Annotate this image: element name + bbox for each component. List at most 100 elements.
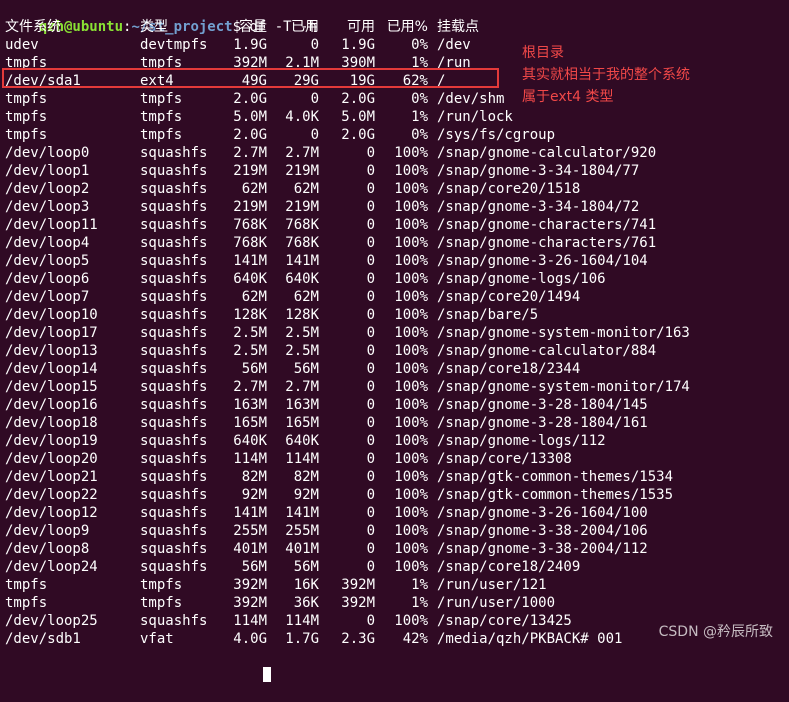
terminal-output[interactable]: qzh@ubuntu:~/st_project$ df -T -h 文件系统 类… — [5, 0, 690, 682]
table-row: /dev/sdb1 vfat 4.0G 1.7G 2.3G 42% /media/qzh/P… — [5, 630, 622, 648]
cell-filesystem: /dev/loop21 — [5, 469, 98, 485]
header-use-pct: 已用% — [386, 19, 428, 35]
cell-filesystem: /dev/loop19 — [5, 433, 98, 449]
cell-used: 128K — [285, 307, 319, 323]
cell-use-pct: 100% — [394, 217, 428, 233]
cell-filesystem: /dev/loop22 — [5, 487, 98, 503]
cell-size: 219M — [233, 163, 267, 179]
cell-size: 2.0G — [233, 127, 267, 143]
cell-used: 401M — [285, 541, 319, 557]
cell-avail: 0 — [366, 271, 375, 287]
cell-used: 2.7M — [285, 145, 319, 161]
cell-used: 0 — [310, 127, 319, 143]
cell-size: 2.7M — [233, 379, 267, 395]
cell-filesystem: tmpfs — [5, 595, 48, 611]
table-row: /dev/loop6 squashfs 640K 640K 0 100% /snap/gno… — [5, 270, 606, 288]
table-row: /dev/loop8 squashfs 401M 401M 0 100% /snap/gno… — [5, 540, 648, 558]
cell-mount: /dev/shm — [437, 91, 505, 107]
cell-mount: /snap/core/13425 — [437, 613, 572, 629]
cell-size: 114M — [233, 613, 267, 629]
cell-used: 62M — [293, 181, 319, 197]
cell-mount: /snap/core/13308 — [437, 451, 572, 467]
cell-used: 768K — [285, 217, 319, 233]
cell-use-pct: 100% — [394, 145, 428, 161]
cell-type: squashfs — [140, 163, 208, 179]
table-row: /dev/loop4 squashfs 768K 768K 0 100% /snap/gno… — [5, 234, 656, 252]
cell-type: squashfs — [140, 505, 208, 521]
cell-size: 163M — [233, 397, 267, 413]
table-row: /dev/loop25 squashfs 114M 114M 0 100% /snap/co… — [5, 612, 572, 630]
annotation-line-1: 根目录 — [522, 45, 564, 61]
cell-filesystem: /dev/loop2 — [5, 181, 90, 197]
cell-mount: /snap/gnome-calculator/920 — [437, 145, 657, 161]
cell-filesystem: tmpfs — [5, 577, 48, 593]
cell-filesystem: /dev/loop20 — [5, 451, 98, 467]
cell-avail: 0 — [366, 253, 375, 269]
cell-avail: 0 — [366, 523, 375, 539]
cell-filesystem: udev — [5, 37, 39, 53]
cell-mount: /snap/gnome-system-monitor/163 — [437, 325, 690, 341]
cell-mount: /snap/gnome-characters/741 — [437, 217, 657, 233]
cell-size: 2.5M — [233, 343, 267, 359]
cell-use-pct: 1% — [411, 109, 428, 125]
cell-type: squashfs — [140, 451, 208, 467]
cell-size: 128K — [233, 307, 267, 323]
cell-filesystem: /dev/loop13 — [5, 343, 98, 359]
cell-filesystem: /dev/loop15 — [5, 379, 98, 395]
cell-mount: /snap/gnome-3-26-1604/104 — [437, 253, 648, 269]
table-row: /dev/loop17 squashfs 2.5M 2.5M 0 100% /snap/gn… — [5, 324, 690, 342]
table-row: /dev/loop0 squashfs 2.7M 2.7M 0 100% /snap/gno… — [5, 144, 656, 162]
header-used: 已用 — [291, 19, 319, 35]
cell-mount: /snap/bare/5 — [437, 307, 539, 323]
table-row: tmpfs tmpfs 2.0G 0 2.0G 0% /dev/shm — [5, 90, 504, 108]
cell-use-pct: 100% — [394, 235, 428, 251]
table-row: /dev/loop15 squashfs 2.7M 2.7M 0 100% /snap/gn… — [5, 378, 690, 396]
cell-use-pct: 100% — [394, 613, 428, 629]
cell-avail: 0 — [366, 379, 375, 395]
cell-avail: 2.3G — [341, 631, 375, 647]
cell-type: squashfs — [140, 469, 208, 485]
cell-size: 1.9G — [233, 37, 267, 53]
cell-size: 62M — [241, 289, 267, 305]
cell-use-pct: 0% — [411, 37, 428, 53]
table-row: /dev/loop21 squashfs 82M 82M 0 100% /snap/gtk-… — [5, 468, 673, 486]
terminal-cursor — [262, 667, 271, 682]
cell-use-pct: 100% — [394, 199, 428, 215]
table-row: /dev/loop3 squashfs 219M 219M 0 100% /snap/gno… — [5, 198, 639, 216]
cell-size: 114M — [233, 451, 267, 467]
cell-type: squashfs — [140, 397, 208, 413]
cell-avail: 392M — [341, 595, 375, 611]
cell-filesystem: /dev/loop14 — [5, 361, 98, 377]
cell-used: 114M — [285, 613, 319, 629]
cell-used: 163M — [285, 397, 319, 413]
annotation-note: 根目录 其实就相当于我的整个系统 属于ext4 类型 — [522, 42, 690, 108]
cell-used: 0 — [310, 37, 319, 53]
cell-type: squashfs — [140, 181, 208, 197]
table-row: /dev/loop19 squashfs 640K 640K 0 100% /snap/gn… — [5, 432, 606, 450]
cell-used: 114M — [285, 451, 319, 467]
cell-mount: /snap/gtk-common-themes/1535 — [437, 487, 674, 503]
cell-mount: /snap/gnome-3-38-2004/106 — [437, 523, 648, 539]
cell-use-pct: 1% — [411, 595, 428, 611]
cell-used: 36K — [293, 595, 319, 611]
annotation-line-2: 其实就相当于我的整个系统 — [522, 67, 690, 83]
cell-filesystem: /dev/loop3 — [5, 199, 90, 215]
cell-use-pct: 42% — [402, 631, 428, 647]
cell-size: 640K — [233, 271, 267, 287]
cell-type: squashfs — [140, 433, 208, 449]
table-row: tmpfs tmpfs 2.0G 0 2.0G 0% /sys/fs/cgroup — [5, 126, 555, 144]
cell-used: 640K — [285, 433, 319, 449]
cell-filesystem: tmpfs — [5, 127, 48, 143]
cell-used: 640K — [285, 271, 319, 287]
table-row: /dev/loop5 squashfs 141M 141M 0 100% /snap/gno… — [5, 252, 648, 270]
cell-type: tmpfs — [140, 127, 183, 143]
cell-avail: 5.0M — [341, 109, 375, 125]
cell-type: tmpfs — [140, 109, 183, 125]
cell-mount: /snap/gnome-3-28-1804/161 — [437, 415, 648, 431]
cell-used: 219M — [285, 199, 319, 215]
cell-type: squashfs — [140, 325, 208, 341]
table-row: /dev/loop24 squashfs 56M 56M 0 100% /snap/core… — [5, 558, 580, 576]
cell-type: squashfs — [140, 613, 208, 629]
annotation-line-3: 属于ext4 类型 — [522, 89, 614, 105]
cell-mount: /snap/gnome-3-34-1804/77 — [437, 163, 640, 179]
